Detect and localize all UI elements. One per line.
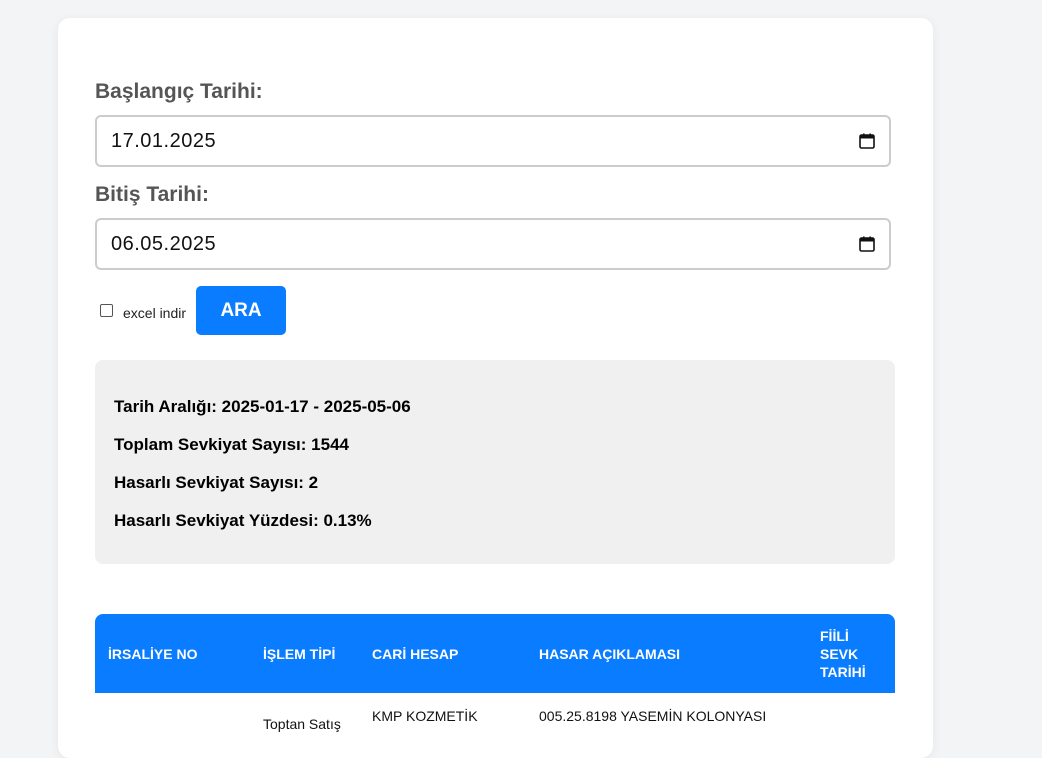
cell-hasar-aciklamasi: 005.25.8198 YASEMİN KOLONYASI	[539, 708, 767, 724]
header-cari-hesap[interactable]: CARİ HESAP	[359, 614, 526, 693]
excel-checkbox[interactable]	[100, 304, 113, 317]
cell-cari-hesap: KMP KOZMETİK	[372, 708, 478, 724]
header-islem-tipi[interactable]: İŞLEM TİPİ	[250, 614, 359, 693]
excel-checkbox-label: excel indir	[123, 304, 187, 321]
cell-fiili-sevk-tarihi	[807, 693, 895, 733]
end-date-value: 06.05.2025	[111, 232, 217, 255]
end-date-label: Bitiş Tarihi:	[95, 183, 209, 206]
header-fiili-sevk-tarihi[interactable]: FİİLİ SEVK TARİHİ	[807, 614, 895, 693]
start-date-label: Başlangıç Tarihi:	[95, 80, 263, 103]
header-irsaliye-no[interactable]: İRSALİYE NO	[95, 614, 250, 693]
controls-row: excel indir ARA	[100, 286, 287, 335]
report-card: Başlangıç Tarihi: 17.01.2025 Bitiş Tarih…	[58, 18, 933, 758]
table-row: Toptan Satış KMP KOZMETİK 005.25.8198 YA…	[95, 693, 895, 733]
summary-date-range: Tarih Aralığı: 2025-01-17 - 2025-05-06	[114, 397, 411, 416]
end-date-input[interactable]: 06.05.2025	[95, 218, 891, 270]
start-date-value: 17.01.2025	[111, 129, 217, 152]
table-header-row: İRSALİYE NO İŞLEM TİPİ CARİ HESAP HASAR …	[95, 614, 895, 693]
search-button[interactable]: ARA	[196, 286, 287, 335]
shipments-table-wrap: İRSALİYE NO İŞLEM TİPİ CARİ HESAP HASAR …	[95, 614, 895, 733]
summary-damaged-percent: Hasarlı Sevkiyat Yüzdesi: 0.13%	[114, 511, 372, 530]
summary-damaged: Hasarlı Sevkiyat Sayısı: 2	[114, 473, 319, 492]
summary-panel: Tarih Aralığı: 2025-01-17 - 2025-05-06 T…	[95, 360, 895, 564]
header-hasar-aciklamasi[interactable]: HASAR AÇIKLAMASI	[526, 614, 807, 693]
calendar-icon[interactable]	[859, 236, 875, 252]
start-date-input[interactable]: 17.01.2025	[95, 115, 891, 167]
cell-irsaliye-no	[95, 693, 250, 733]
shipments-table: İRSALİYE NO İŞLEM TİPİ CARİ HESAP HASAR …	[95, 614, 895, 733]
summary-total: Toplam Sevkiyat Sayısı: 1544	[114, 435, 349, 454]
calendar-icon[interactable]	[859, 133, 875, 149]
cell-islem-tipi: Toptan Satış	[263, 716, 341, 732]
